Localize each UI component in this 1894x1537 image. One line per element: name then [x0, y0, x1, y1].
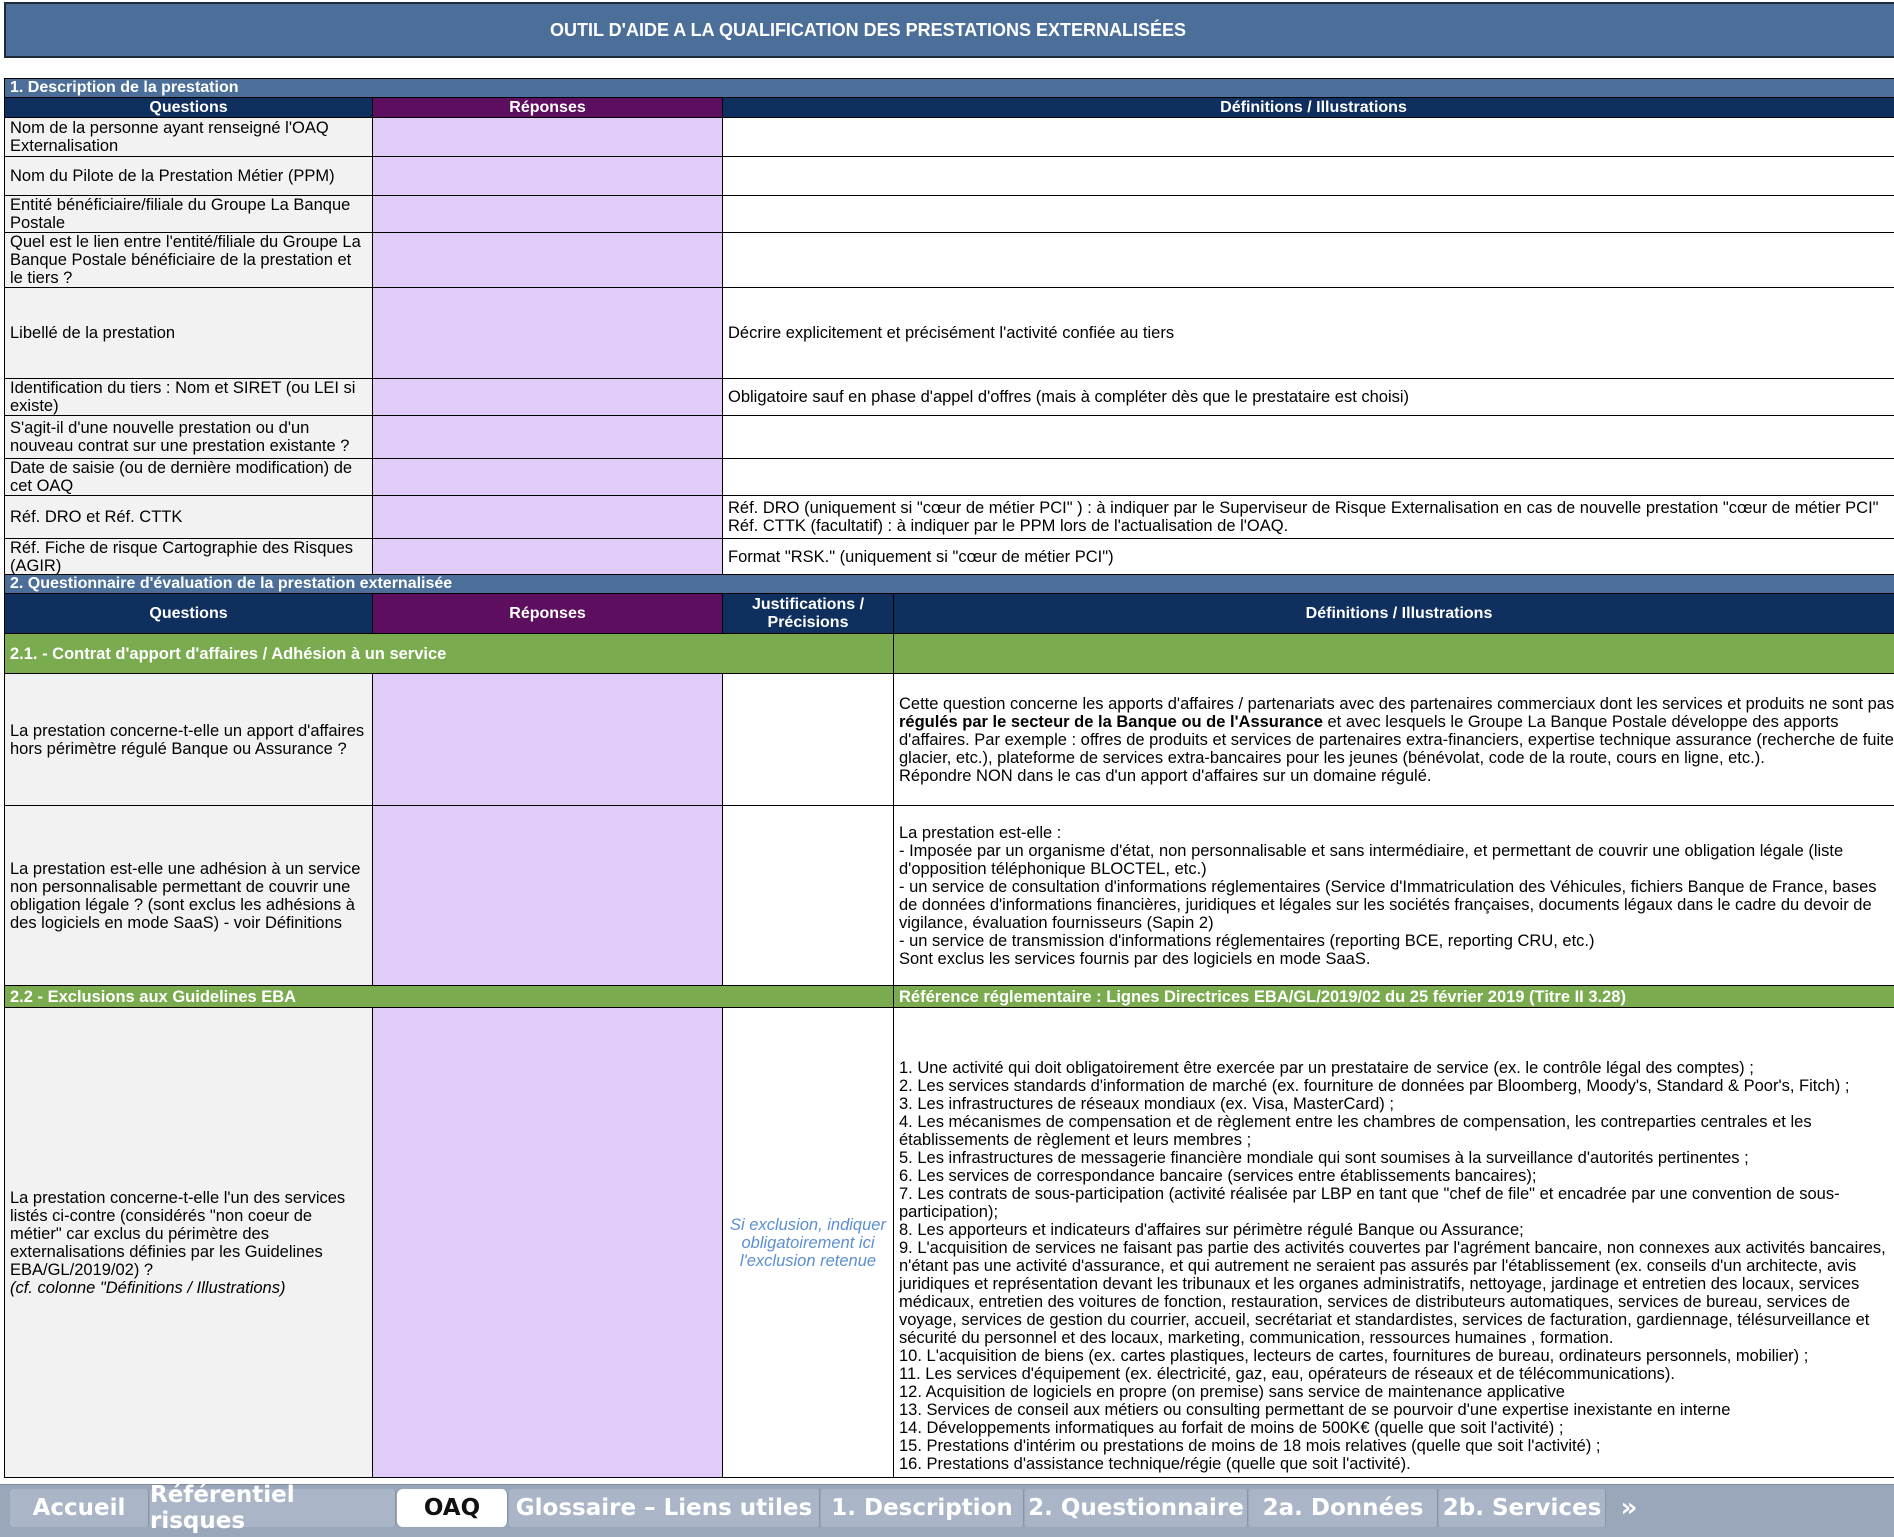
question-cell: Date de saisie (ou de dernière modificat… — [5, 459, 373, 496]
justification-cell[interactable] — [723, 806, 894, 986]
more-tabs-double-chevron-icon[interactable]: » — [1608, 1489, 1650, 1527]
col-header-definitions: Définitions / Illustrations — [723, 98, 1894, 118]
section2-title: 2. Questionnaire d'évaluation de la pres… — [5, 575, 1894, 594]
justification-cell[interactable]: Si exclusion, indiquer obligatoirement i… — [723, 1008, 894, 1478]
subsection-2-1-title: 2.1. - Contrat d'apport d'affaires / Adh… — [5, 634, 894, 674]
question-cell: La prestation est-elle une adhésion à un… — [5, 806, 373, 986]
definition-cell: La prestation est-elle : - Imposée par u… — [894, 806, 1894, 986]
definition-cell — [723, 459, 1894, 496]
definition-cell: Réf. DRO (uniquement si "cœur de métier … — [723, 496, 1894, 539]
answer-cell[interactable] — [373, 379, 723, 416]
question-cell: S'agit-il d'une nouvelle prestation ou d… — [5, 416, 373, 459]
answer-cell[interactable] — [373, 806, 723, 986]
question-cell: La prestation concerne-t-elle l'un des s… — [5, 1008, 373, 1478]
section1-title: 1. Description de la prestation — [5, 79, 1894, 98]
answer-cell[interactable] — [373, 496, 723, 539]
tab-accueil[interactable]: Accueil — [10, 1489, 149, 1527]
definition-cell: Cette question concerne les apports d'af… — [894, 674, 1894, 806]
question-cell: Réf. DRO et Réf. CTTK — [5, 496, 373, 539]
question-cell: Réf. Fiche de risque Cartographie des Ri… — [5, 539, 373, 576]
section1-table: 1. Description de la prestation Question… — [4, 78, 1894, 576]
col-header-justifications: Justifications / Précisions — [723, 594, 894, 634]
definition-cell: Décrire explicitement et précisément l'a… — [723, 288, 1894, 379]
justification-cell[interactable] — [723, 674, 894, 806]
question-note: (cf. colonne "Définitions / Illustration… — [10, 1279, 285, 1297]
question-cell: Nom du Pilote de la Prestation Métier (P… — [5, 157, 373, 196]
regulatory-reference: Référence réglementaire : Lignes Directr… — [894, 986, 1894, 1008]
col-header-questions: Questions — [5, 98, 373, 118]
tab-referentiel-risques[interactable]: Référentiel risques — [150, 1489, 396, 1527]
subsection-2-2-title: 2.2 - Exclusions aux Guidelines EBA — [5, 986, 894, 1008]
tab-glossaire[interactable]: Glossaire – Liens utiles — [509, 1489, 820, 1527]
answer-cell[interactable] — [373, 157, 723, 196]
sheet-tab-bar: Accueil Référentiel risques OAQ Glossair… — [0, 1484, 1894, 1537]
definition-cell: 1. Une activité qui doit obligatoirement… — [894, 1008, 1894, 1478]
tab-services[interactable]: 2b. Services — [1439, 1489, 1606, 1527]
page-title-banner: OUTIL D'AIDE A LA QUALIFICATION DES PRES… — [4, 2, 1894, 58]
definition-cell — [723, 233, 1894, 288]
tab-questionnaire[interactable]: 2. Questionnaire — [1025, 1489, 1248, 1527]
tab-donnees[interactable]: 2a. Données — [1249, 1489, 1438, 1527]
col-header-reponses: Réponses — [373, 98, 723, 118]
answer-cell[interactable] — [373, 1008, 723, 1478]
def-text: Cette question concerne les apports d'af… — [899, 695, 1894, 713]
tab-oaq[interactable]: OAQ — [397, 1489, 508, 1527]
question-cell: Libellé de la prestation — [5, 288, 373, 379]
def-text-bold: régulés par le secteur de la Banque ou d… — [899, 713, 1323, 731]
definition-cell — [723, 416, 1894, 459]
answer-cell[interactable] — [373, 674, 723, 806]
answer-cell[interactable] — [373, 196, 723, 233]
answer-cell[interactable] — [373, 459, 723, 496]
definition-cell — [723, 118, 1894, 157]
question-cell: Identification du tiers : Nom et SIRET (… — [5, 379, 373, 416]
answer-cell[interactable] — [373, 288, 723, 379]
section2-table: 2. Questionnaire d'évaluation de la pres… — [4, 574, 1894, 1478]
answer-cell[interactable] — [373, 233, 723, 288]
col-header-questions: Questions — [5, 594, 373, 634]
col-header-reponses: Réponses — [373, 594, 723, 634]
subsection-2-1-def-header — [894, 634, 1894, 674]
definition-cell — [723, 196, 1894, 233]
col-header-definitions: Définitions / Illustrations — [894, 594, 1894, 634]
question-cell: Quel est le lien entre l'entité/filiale … — [5, 233, 373, 288]
answer-cell[interactable] — [373, 539, 723, 576]
question-cell: La prestation concerne-t-elle un apport … — [5, 674, 373, 806]
definition-cell: Format "RSK." (uniquement si "cœur de mé… — [723, 539, 1894, 576]
definition-cell: Obligatoire sauf en phase d'appel d'offr… — [723, 379, 1894, 416]
answer-cell[interactable] — [373, 416, 723, 459]
tab-description[interactable]: 1. Description — [821, 1489, 1024, 1527]
answer-cell[interactable] — [373, 118, 723, 157]
question-cell: Entité bénéficiaire/filiale du Groupe La… — [5, 196, 373, 233]
question-cell: Nom de la personne ayant renseigné l'OAQ… — [5, 118, 373, 157]
definition-cell — [723, 157, 1894, 196]
question-text: La prestation concerne-t-elle l'un des s… — [10, 1189, 345, 1279]
page-title: OUTIL D'AIDE A LA QUALIFICATION DES PRES… — [550, 20, 1186, 41]
